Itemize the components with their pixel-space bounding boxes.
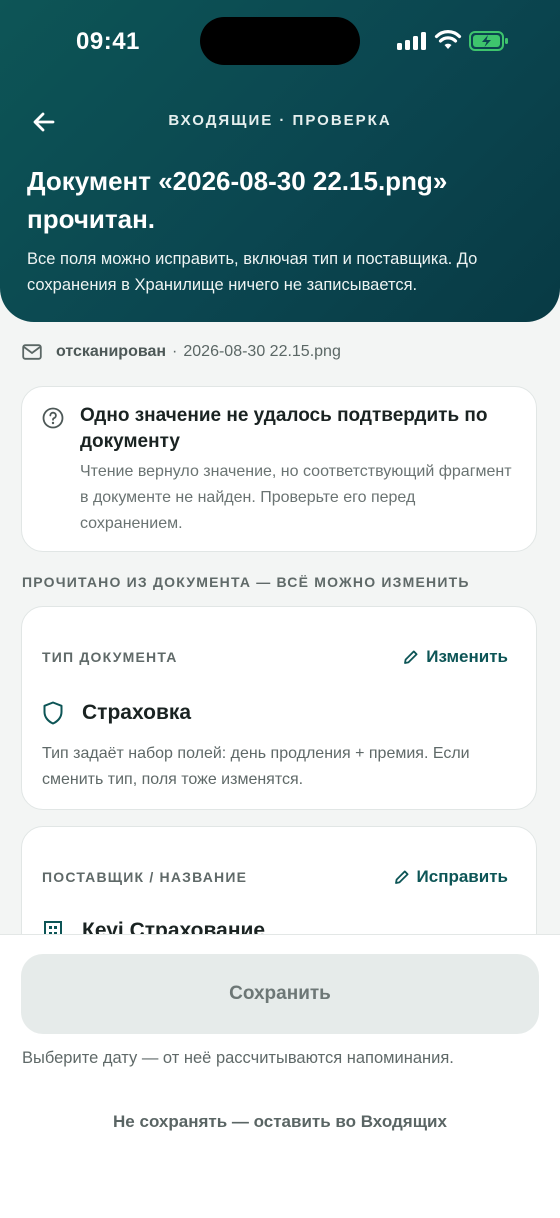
shield-icon — [43, 701, 63, 725]
change-type-label: Изменить — [426, 647, 508, 666]
question-circle-icon — [42, 407, 64, 429]
pencil-icon — [394, 870, 409, 884]
warning-title: Одно значение не удалось подтвердить по … — [80, 405, 488, 452]
type-label: ТИП ДОКУМЕНТА — [42, 649, 178, 665]
document-type-value: Страховка — [42, 701, 191, 725]
fix-supplier-label: Исправить — [416, 867, 508, 886]
section-label: ПРОЧИТАНО ИЗ ДОКУМЕНТА — ВСЁ МОЖНО ИЗМЕН… — [22, 574, 470, 590]
page-subtitle: Все поля можно исправить, включая тип и … — [27, 250, 478, 294]
mail-icon — [22, 344, 42, 360]
type-hint: Тип задаёт набор полей: день продления +… — [42, 745, 470, 788]
header: 09:41 ВХОДЯЩИЕ · ПРОВЕРКА Документ «2026… — [0, 0, 560, 322]
document-meta: отсканирован · 2026-08-30 22.15.png — [22, 343, 341, 361]
save-button[interactable]: Сохранить — [21, 954, 539, 1034]
fix-supplier-button[interactable]: Исправить — [394, 867, 508, 887]
meta-filename: 2026-08-30 22.15.png — [183, 343, 341, 360]
pencil-icon — [404, 650, 418, 664]
change-type-button[interactable]: Изменить — [403, 647, 508, 667]
warning-card: Одно значение не удалось подтвердить по … — [21, 386, 537, 552]
discard-link[interactable]: Не сохранять — оставить во Входящих — [0, 1112, 560, 1132]
type-value-text: Страховка — [82, 701, 192, 724]
page-title: Документ «2026-08-30 22.15.png» прочитан… — [27, 166, 448, 234]
bottom-action-bar: Сохранить Выберите дату — от неё рассчит… — [0, 934, 560, 1218]
meta-separator: · — [172, 343, 178, 360]
status-time: 09:41 — [76, 28, 140, 55]
cellular-signal-icon — [397, 32, 427, 50]
save-hint: Выберите дату — от неё рассчитываются на… — [22, 1049, 454, 1067]
document-type-card: ТИП ДОКУМЕНТА Изменить Страховка Тип зад… — [21, 606, 537, 810]
breadcrumb: ВХОДЯЩИЕ · ПРОВЕРКА — [168, 112, 392, 129]
supplier-label: ПОСТАВЩИК / НАЗВАНИЕ — [42, 869, 248, 885]
warning-text: Чтение вернуло значение, но соответствую… — [80, 463, 512, 532]
battery-icon — [469, 31, 508, 51]
scan-status: отсканирован — [56, 343, 167, 360]
wifi-icon — [434, 30, 462, 49]
dynamic-island — [200, 17, 360, 65]
